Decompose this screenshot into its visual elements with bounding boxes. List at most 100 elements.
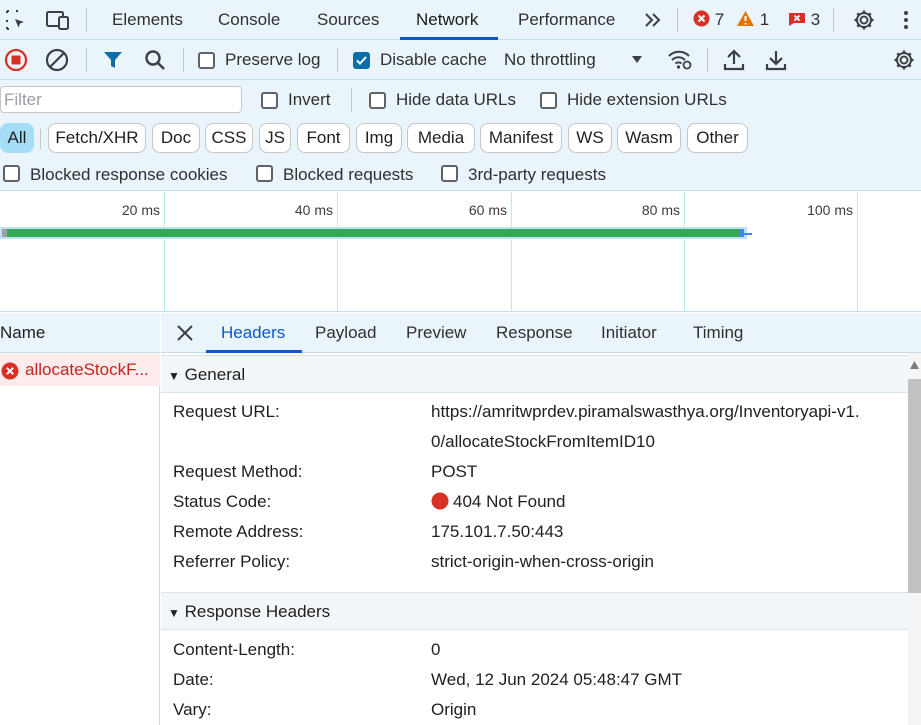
- tab-payload[interactable]: Payload: [315, 313, 376, 353]
- vary-key: Vary:: [173, 700, 212, 719]
- invert-checkbox[interactable]: [261, 92, 278, 109]
- preserve-log-label: Preserve log: [225, 50, 321, 69]
- more-options-icon[interactable]: [900, 8, 921, 32]
- response-headers-section-header[interactable]: ▼ Response Headers: [161, 592, 908, 630]
- chip-wasm[interactable]: Wasm: [617, 123, 681, 153]
- divider: [40, 129, 41, 149]
- tick-label: 80 ms: [641, 202, 680, 218]
- request-url-key: Request URL:: [173, 402, 280, 421]
- tab-initiator[interactable]: Initiator: [601, 313, 657, 353]
- date-value: Wed, 12 Jun 2024 05:48:47 GMT: [431, 670, 683, 689]
- divider: [86, 8, 87, 32]
- chip-ws[interactable]: WS: [568, 123, 612, 153]
- divider: [86, 48, 87, 72]
- tick-label: 20 ms: [121, 202, 160, 218]
- third-party-checkbox[interactable]: [441, 165, 458, 182]
- divider: [337, 48, 338, 72]
- issues-badge[interactable]: 3: [788, 9, 820, 31]
- export-har-icon[interactable]: [764, 48, 788, 72]
- scrollbar-thumb[interactable]: [908, 379, 921, 593]
- clear-icon[interactable]: [45, 48, 69, 72]
- chip-font[interactable]: Font: [297, 123, 350, 153]
- close-icon[interactable]: [176, 324, 194, 342]
- disable-cache-checkbox[interactable]: [353, 52, 370, 69]
- chip-css[interactable]: CSS: [205, 123, 253, 153]
- tab-performance[interactable]: Performance: [518, 0, 615, 40]
- chip-fetch-xhr[interactable]: Fetch/XHR: [48, 123, 146, 153]
- tick-label: 60 ms: [468, 202, 507, 218]
- chip-other[interactable]: Other: [687, 123, 748, 153]
- referrer-policy-value: strict-origin-when-cross-origin: [431, 552, 654, 571]
- grid-line: [857, 192, 858, 312]
- remote-address-value: 175.101.7.50:443: [431, 522, 564, 541]
- more-tabs-icon[interactable]: [641, 8, 665, 32]
- chevron-down-icon[interactable]: [630, 52, 644, 66]
- invert-label: Invert: [288, 90, 331, 109]
- chip-all[interactable]: All: [0, 123, 34, 153]
- response-headers-title: Response Headers: [184, 602, 331, 621]
- chip-doc[interactable]: Doc: [152, 123, 200, 153]
- import-har-icon[interactable]: [722, 48, 746, 72]
- disable-cache-label: Disable cache: [380, 50, 487, 69]
- issues-count: 3: [810, 10, 821, 29]
- blocked-requests-checkbox[interactable]: [256, 165, 273, 182]
- network-settings-gear-icon[interactable]: [892, 48, 916, 72]
- warnings-badge[interactable]: 1: [736, 9, 769, 31]
- warnings-count: 1: [759, 10, 770, 29]
- tab-preview[interactable]: Preview: [406, 313, 466, 353]
- search-icon[interactable]: [143, 48, 167, 72]
- tab-console[interactable]: Console: [218, 0, 280, 40]
- tab-network[interactable]: Network: [416, 0, 478, 40]
- grid-line: [684, 192, 685, 312]
- divider: [183, 48, 184, 72]
- stop-recording-icon[interactable]: [4, 48, 28, 72]
- request-method-value: POST: [431, 462, 478, 481]
- chip-js[interactable]: JS: [259, 123, 291, 153]
- hide-extension-urls-label: Hide extension URLs: [567, 90, 727, 109]
- issue-icon: [789, 13, 805, 26]
- network-conditions-icon[interactable]: [667, 48, 692, 72]
- checkmark-icon: [356, 56, 367, 65]
- blocked-cookies-checkbox[interactable]: [3, 165, 20, 182]
- inspect-element-icon[interactable]: [4, 8, 28, 32]
- chip-media[interactable]: Media: [407, 123, 475, 153]
- errors-badge[interactable]: 7: [693, 9, 724, 31]
- throttling-select[interactable]: No throttling: [504, 40, 596, 80]
- chip-img[interactable]: Img: [356, 123, 402, 153]
- tick-label: 40 ms: [294, 202, 333, 218]
- hide-data-urls-checkbox[interactable]: [369, 92, 386, 109]
- hide-extension-urls-checkbox[interactable]: [540, 92, 557, 109]
- tick-label: 100 ms: [807, 202, 853, 218]
- hide-data-urls-label: Hide data URLs: [396, 90, 517, 109]
- request-name: allocateStockF...: [25, 360, 149, 379]
- blocked-requests-label: Blocked requests: [283, 165, 414, 184]
- status-code-key: Status Code:: [173, 492, 272, 511]
- tab-sources[interactable]: Sources: [317, 0, 379, 40]
- blocked-cookies-label: Blocked response cookies: [30, 165, 228, 184]
- settings-gear-icon[interactable]: [852, 8, 876, 32]
- divider: [833, 8, 834, 32]
- vary-value: Origin: [431, 700, 477, 719]
- warning-icon: [737, 11, 754, 26]
- tab-response[interactable]: Response: [496, 313, 573, 353]
- general-title: General: [184, 365, 246, 384]
- chip-manifest[interactable]: Manifest: [480, 123, 562, 153]
- grid-line: [337, 192, 338, 312]
- grid-line: [164, 192, 165, 312]
- blocked-filter-bar: Blocked response cookies Blocked request…: [0, 158, 921, 191]
- tab-timing[interactable]: Timing: [693, 313, 743, 353]
- scroll-up-arrow-icon[interactable]: [910, 361, 919, 369]
- tab-headers[interactable]: Headers: [221, 313, 285, 353]
- tab-elements[interactable]: Elements: [112, 0, 183, 40]
- request-row[interactable]: allocateStockF...: [0, 354, 160, 386]
- filter-icon[interactable]: [101, 48, 125, 72]
- general-section-header[interactable]: ▼ General: [161, 355, 908, 393]
- preserve-log-checkbox[interactable]: [198, 52, 215, 69]
- resource-type-filter: All Fetch/XHR Doc CSS JS Font Img Media …: [0, 120, 921, 158]
- device-toolbar-icon[interactable]: [45, 8, 69, 32]
- network-overview[interactable]: 20 ms 40 ms 60 ms 80 ms 100 ms: [0, 192, 921, 312]
- request-method-key: Request Method:: [173, 462, 303, 481]
- third-party-label: 3rd-party requests: [468, 165, 606, 184]
- filter-input[interactable]: [0, 86, 242, 113]
- name-column-header[interactable]: Name: [0, 313, 160, 353]
